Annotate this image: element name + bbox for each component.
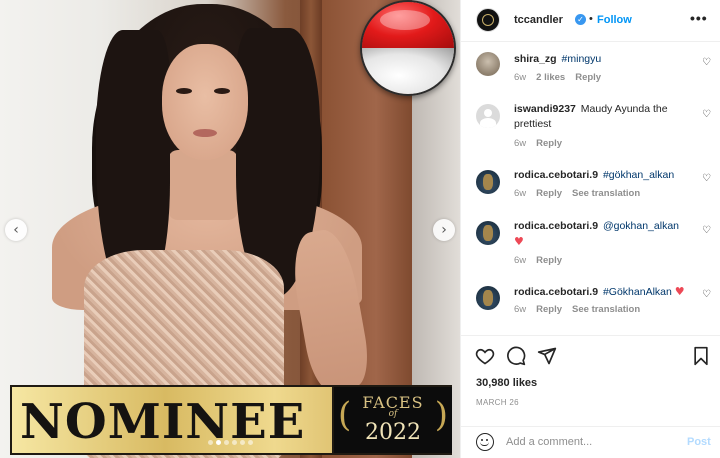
neck [168, 150, 238, 220]
post-actions-bar [461, 335, 720, 375]
separator-dot: • [589, 13, 593, 25]
comment-meta: 6w Reply [514, 138, 562, 149]
reply-button[interactable]: Reply [575, 72, 601, 83]
avatar-logo [482, 14, 494, 26]
nominee-text: NOMINEE [20, 394, 306, 450]
indonesia-flag-badge [360, 0, 456, 96]
chevron-left-icon: ‹ [13, 222, 19, 238]
eye-right [214, 88, 230, 94]
comment-hashtag[interactable]: #mingyu [562, 53, 602, 65]
eye-left [176, 88, 192, 94]
add-comment-row: Post [461, 426, 720, 458]
red-heart-emoji-icon: ♥ [514, 235, 524, 248]
comment-meta: 6w Reply See translation [514, 188, 640, 199]
flag-white-half [362, 48, 454, 94]
avatar[interactable] [476, 221, 500, 245]
reply-button[interactable]: Reply [536, 138, 562, 149]
comment-meta: 6w Reply See translation [514, 304, 640, 315]
paper-plane-icon[interactable] [537, 346, 557, 366]
comment-text: iswandi9237 Maudy Ayunda the prettiest [514, 102, 689, 132]
red-heart-emoji-icon: ♥ [674, 285, 685, 298]
heart-outline-icon[interactable] [475, 346, 495, 366]
avatar[interactable] [476, 104, 500, 128]
comment-like-heart-icon[interactable]: ♡ [702, 289, 711, 300]
faces-year: 2022 [365, 420, 421, 445]
emoji-eye [486, 439, 488, 441]
emoji-eye [481, 439, 483, 441]
emoji-smile-icon[interactable] [476, 433, 494, 451]
see-translation-link[interactable]: See translation [572, 304, 640, 315]
post-side-panel: tccandler ✓ • Follow ••• shira_zg #mingy… [460, 0, 720, 458]
comment-username[interactable]: rodica.cebotari.9 [514, 220, 598, 232]
avatar[interactable] [476, 8, 500, 32]
comment-username[interactable]: rodica.cebotari.9 [514, 286, 598, 298]
faces-of: of [388, 409, 398, 419]
carousel-dots [208, 440, 253, 445]
comment-age: 6w [514, 138, 527, 149]
username-link[interactable]: tccandler [514, 14, 563, 26]
comment-username[interactable]: shira_zg [514, 53, 557, 65]
comment-text: shira_zg #mingyu [514, 52, 689, 67]
default-avatar-head [484, 109, 492, 117]
avatar[interactable] [476, 286, 500, 310]
reply-button[interactable]: Reply [536, 255, 562, 266]
default-avatar-body [480, 118, 496, 128]
carousel-dot [248, 440, 253, 445]
comment-hashtag[interactable]: #gökhan_alkan [603, 169, 674, 181]
post-comment-button[interactable]: Post [687, 436, 711, 448]
faces-badge: ( ) FACES of 2022 [332, 387, 452, 453]
comment-likes[interactable]: 2 likes [536, 72, 565, 83]
reply-button[interactable]: Reply [536, 304, 562, 315]
carousel-dot [208, 440, 213, 445]
emoji-mouth [480, 442, 489, 446]
comment-username[interactable]: iswandi9237 [514, 103, 576, 115]
post-image[interactable]: ‹ › NOMINEE ( ) FACES of 2022 [0, 0, 460, 458]
carousel-dot [232, 440, 237, 445]
likes-count[interactable]: 30,980 likes [476, 377, 537, 389]
follow-button[interactable]: Follow [597, 14, 632, 26]
avatar-figure [483, 225, 493, 241]
verified-badge-icon: ✓ [575, 14, 586, 25]
comment-like-heart-icon[interactable]: ♡ [702, 173, 711, 184]
carousel-next-button[interactable]: › [433, 219, 455, 241]
more-options-icon[interactable]: ••• [690, 10, 708, 26]
comment-age: 6w [514, 188, 527, 199]
face [162, 44, 248, 160]
comment-text: rodica.cebotari.9 #gökhan_alkan [514, 168, 689, 183]
reply-button[interactable]: Reply [536, 188, 562, 199]
avatar-figure [483, 290, 493, 306]
avatar[interactable] [476, 52, 500, 76]
comment-hashtag[interactable]: #GökhanAlkan [603, 286, 672, 298]
post-date: MARCH 26 [476, 398, 519, 407]
carousel-dot [224, 440, 229, 445]
comment-meta: 6w 2 likes Reply [514, 72, 601, 83]
comment-age: 6w [514, 255, 527, 266]
avatar-figure [483, 174, 493, 190]
comment-text: rodica.cebotari.9 @gokhan_alkan ♥ [514, 219, 689, 250]
add-comment-input[interactable] [506, 436, 676, 448]
post-header: tccandler ✓ • Follow ••• [461, 0, 720, 42]
comment-like-heart-icon[interactable]: ♡ [702, 109, 711, 120]
carousel-prev-button[interactable]: ‹ [5, 219, 27, 241]
comment-meta: 6w Reply [514, 255, 562, 266]
comment-username[interactable]: rodica.cebotari.9 [514, 169, 598, 181]
carousel-dot [240, 440, 245, 445]
comment-like-heart-icon[interactable]: ♡ [702, 225, 711, 236]
flag-shine [380, 10, 430, 30]
comment-mention[interactable]: @gokhan_alkan [603, 220, 679, 232]
comment-age: 6w [514, 304, 527, 315]
lips [193, 129, 217, 137]
see-translation-link[interactable]: See translation [572, 188, 640, 199]
bookmark-icon[interactable] [692, 346, 710, 366]
comment-text: rodica.cebotari.9 #GökhanAlkan ♥ [514, 284, 689, 300]
comment-age: 6w [514, 72, 527, 83]
avatar[interactable] [476, 170, 500, 194]
comment-bubble-icon[interactable] [506, 346, 526, 366]
carousel-dot-active [216, 440, 221, 445]
comment-like-heart-icon[interactable]: ♡ [702, 57, 711, 68]
chevron-right-icon: › [441, 222, 447, 238]
